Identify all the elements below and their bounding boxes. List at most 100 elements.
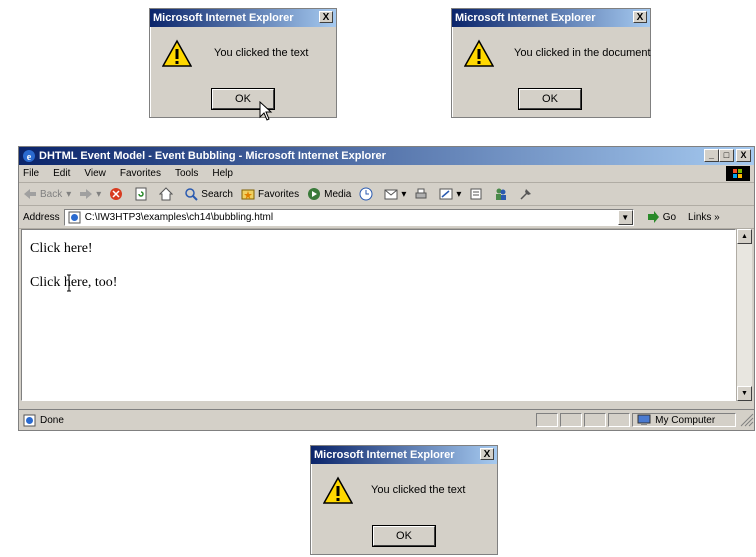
address-input[interactable]: C:\IW3HTP3\examples\ch14\bubbling.html ▼	[63, 208, 634, 226]
search-icon	[185, 188, 199, 201]
dialog-message: You clicked the text	[371, 484, 466, 496]
status-done: Done	[23, 414, 462, 427]
ok-button[interactable]: OK	[519, 89, 581, 109]
close-button[interactable]: X	[480, 448, 494, 460]
mail-button[interactable]: ▾	[384, 187, 406, 201]
dialog-title-bar[interactable]: Microsoft Internet Explorer X	[150, 9, 336, 27]
media-button[interactable]: Media	[307, 187, 351, 201]
security-zone: My Computer	[632, 413, 737, 427]
dialog-title: Microsoft Internet Explorer	[153, 12, 294, 24]
browser-window: e DHTML Event Model - Event Bubbling - M…	[18, 146, 755, 431]
svg-text:e: e	[27, 152, 32, 163]
go-button[interactable]: Go	[646, 210, 676, 224]
forward-button[interactable]: ▾	[79, 187, 101, 201]
menu-bar: File Edit View Favorites Tools Help	[19, 165, 754, 183]
warning-icon	[464, 39, 494, 67]
forward-icon	[80, 189, 93, 199]
click-here-text[interactable]: Click here!	[30, 241, 93, 257]
mail-icon	[384, 189, 398, 200]
close-button[interactable]: X	[319, 11, 333, 23]
search-button[interactable]: Search	[184, 187, 233, 201]
stop-icon	[110, 188, 123, 200]
history-button[interactable]	[359, 187, 376, 201]
menu-view[interactable]: View	[84, 168, 106, 179]
dialog-title: Microsoft Internet Explorer	[455, 12, 596, 24]
back-button[interactable]: Back ▾	[23, 187, 71, 201]
go-label: Go	[662, 211, 677, 223]
status-pane	[560, 413, 583, 427]
maximize-button[interactable]: □	[719, 149, 734, 162]
refresh-button[interactable]	[134, 187, 151, 201]
favorites-label: Favorites	[257, 188, 300, 200]
address-bar: Address C:\IW3HTP3\examples\ch14\bubblin…	[19, 206, 754, 229]
scroll-up-button[interactable]: ▲	[737, 229, 752, 244]
close-button[interactable]: X	[736, 149, 751, 162]
media-label: Media	[324, 188, 352, 200]
print-icon	[415, 188, 427, 199]
cursor-icon	[259, 101, 273, 121]
status-text: Done	[40, 414, 64, 426]
minimize-button[interactable]: _	[704, 149, 719, 162]
zone-label: My Computer	[655, 414, 716, 426]
windows-logo-icon	[726, 166, 750, 181]
ok-button[interactable]: OK	[373, 526, 435, 546]
discuss-icon	[470, 188, 482, 200]
menu-tools[interactable]: Tools	[175, 168, 198, 179]
ie-icon: e	[23, 150, 35, 163]
text-cursor-icon	[67, 274, 71, 292]
status-pane	[536, 413, 559, 427]
refresh-icon	[135, 187, 147, 201]
vertical-scrollbar[interactable]: ▲ ▼	[736, 229, 752, 401]
home-icon	[159, 187, 174, 201]
address-label: Address	[23, 211, 60, 223]
address-value: C:\IW3HTP3\examples\ch14\bubbling.html	[84, 211, 274, 223]
dialog-message: You clicked in the document	[514, 47, 651, 59]
status-bar: Done My Computer	[19, 409, 754, 430]
menu-help[interactable]: Help	[212, 168, 233, 179]
pin-icon	[520, 189, 532, 200]
standard-toolbar: Back ▾ ▾ Search Favorites Media ▾ ▾	[19, 183, 754, 206]
favorites-icon	[241, 189, 255, 200]
menu-file[interactable]: File	[23, 168, 39, 179]
menu-favorites[interactable]: Favorites	[120, 168, 161, 179]
tools-extra-button[interactable]	[519, 187, 536, 201]
messenger-button[interactable]	[494, 187, 511, 201]
favorites-button[interactable]: Favorites	[241, 187, 299, 201]
dialog-message: You clicked the text	[214, 47, 309, 59]
page-content[interactable]: Click here! Click here, too!	[21, 229, 736, 401]
print-button[interactable]	[414, 187, 431, 201]
warning-icon	[323, 476, 353, 504]
status-pane	[608, 413, 631, 427]
page-icon	[68, 211, 81, 223]
history-icon	[359, 187, 373, 201]
messenger-icon	[496, 188, 507, 200]
go-icon	[647, 211, 659, 223]
browser-title-bar[interactable]: e DHTML Event Model - Event Bubbling - M…	[19, 147, 754, 165]
media-icon	[308, 188, 321, 200]
back-label: Back	[40, 188, 63, 200]
close-button[interactable]: X	[633, 11, 647, 23]
alert-dialog-1: Microsoft Internet Explorer X You clicke…	[149, 8, 337, 121]
resize-grip-icon[interactable]	[740, 413, 754, 427]
stop-button[interactable]	[109, 187, 126, 201]
discuss-button[interactable]	[469, 187, 486, 201]
address-dropdown-button[interactable]: ▼	[617, 209, 633, 225]
status-pane	[584, 413, 607, 427]
computer-icon	[637, 414, 651, 425]
menu-edit[interactable]: Edit	[53, 168, 70, 179]
scroll-down-button[interactable]: ▼	[737, 386, 752, 401]
alert-dialog-3: Microsoft Internet Explorer X You clicke…	[310, 445, 498, 555]
edit-button[interactable]: ▾	[439, 187, 461, 201]
edit-icon	[439, 188, 453, 200]
dialog-title: Microsoft Internet Explorer	[314, 449, 455, 461]
click-here-too-text[interactable]: Click here, too!	[30, 275, 117, 291]
browser-title: DHTML Event Model - Event Bubbling - Mic…	[39, 150, 386, 162]
dialog-title-bar[interactable]: Microsoft Internet Explorer X	[452, 9, 650, 27]
links-button[interactable]: Links »	[688, 212, 720, 223]
home-button[interactable]	[159, 187, 176, 201]
back-icon	[24, 189, 36, 199]
search-label: Search	[201, 188, 233, 200]
dialog-title-bar[interactable]: Microsoft Internet Explorer X	[311, 446, 497, 464]
alert-dialog-2: Microsoft Internet Explorer X You clicke…	[451, 8, 651, 118]
warning-icon	[162, 39, 192, 67]
